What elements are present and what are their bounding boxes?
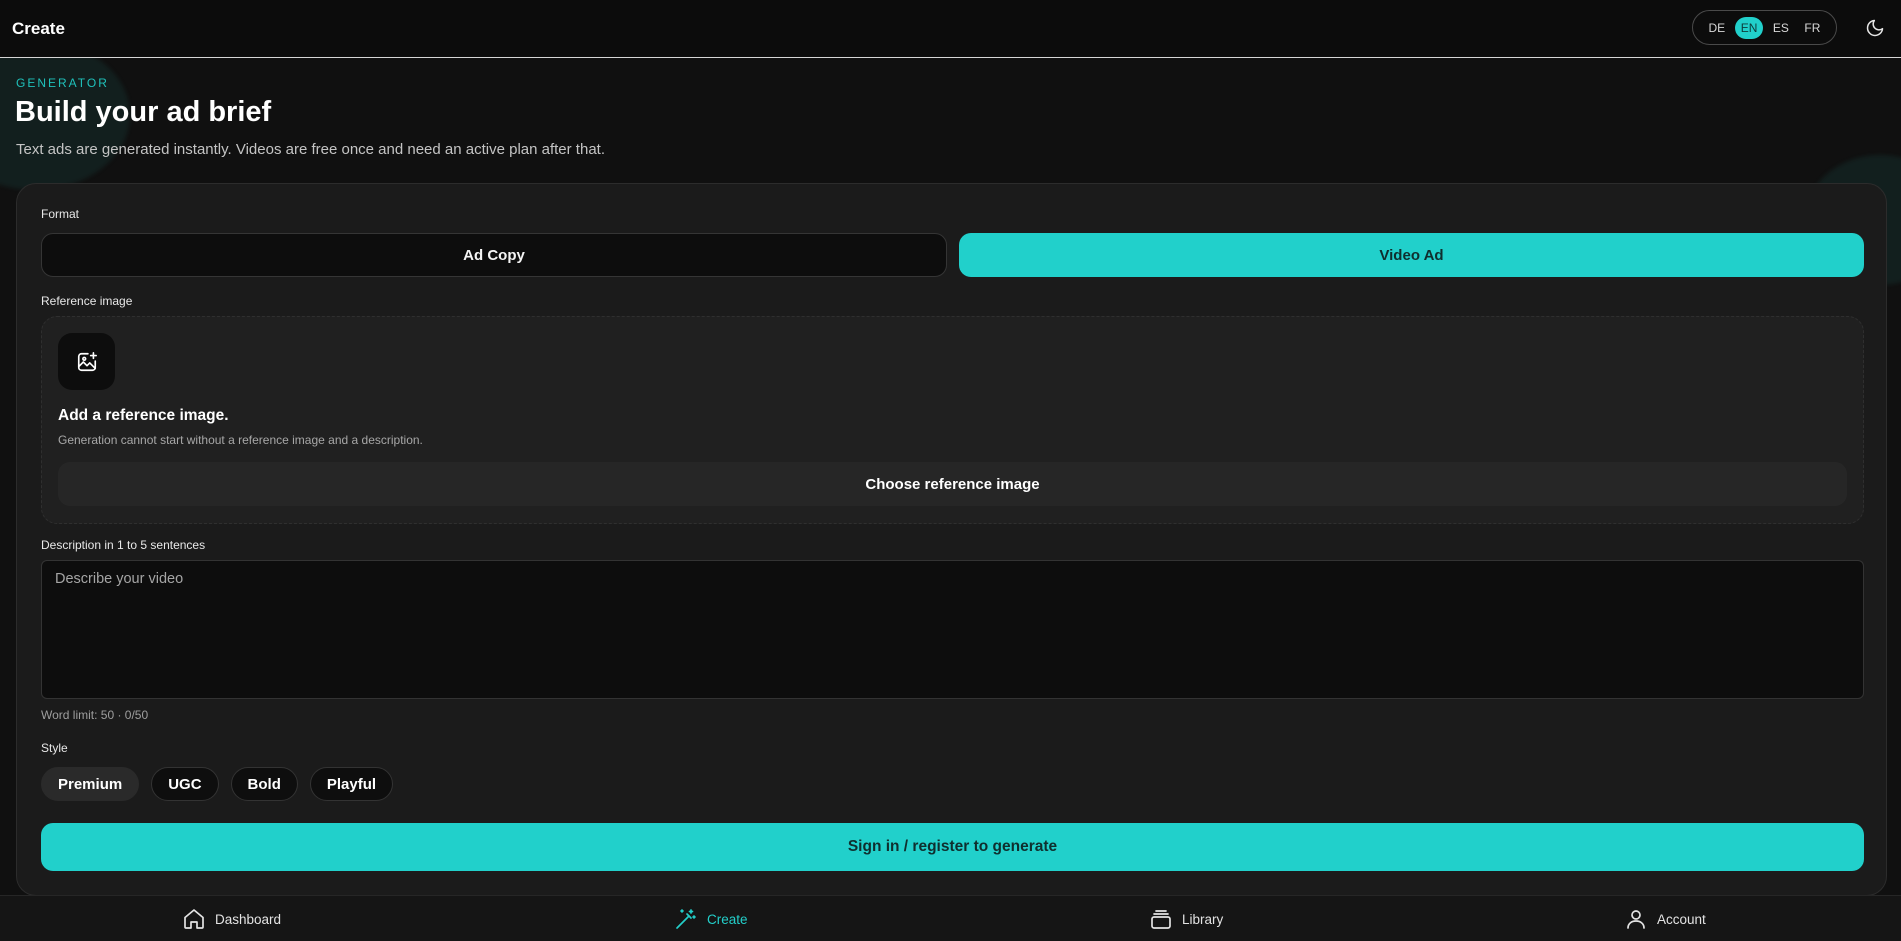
nav-item-library[interactable]: Library bbox=[1149, 896, 1223, 941]
language-en[interactable]: EN bbox=[1734, 16, 1764, 39]
language-switcher: DE EN ES FR bbox=[1692, 10, 1837, 45]
page-heading: Build your ad brief bbox=[15, 96, 272, 128]
style-chip-playful[interactable]: Playful bbox=[309, 767, 394, 801]
description-input[interactable] bbox=[41, 560, 1864, 699]
style-chip-premium[interactable]: Premium bbox=[41, 767, 140, 801]
home-icon bbox=[184, 909, 204, 929]
sign-in-generate-button[interactable]: Sign in / register to generate bbox=[41, 823, 1864, 871]
reference-image-title: Add a reference image. bbox=[58, 407, 229, 424]
format-video-ad-button[interactable]: Video Ad bbox=[959, 233, 1864, 277]
style-chip-ugc[interactable]: UGC bbox=[151, 767, 219, 801]
choose-reference-image-button[interactable]: Choose reference image bbox=[58, 462, 1847, 506]
format-label: Format bbox=[41, 207, 80, 221]
style-chip-bold[interactable]: Bold bbox=[230, 767, 298, 801]
stack-icon bbox=[1151, 910, 1171, 929]
style-label: Style bbox=[41, 741, 68, 755]
nav-label-dashboard: Dashboard bbox=[215, 911, 282, 927]
format-ad-copy-button[interactable]: Ad Copy bbox=[41, 233, 947, 277]
magic-wand-icon bbox=[676, 909, 696, 929]
reference-image-label: Reference image bbox=[41, 294, 133, 308]
nav-label-library: Library bbox=[1182, 911, 1224, 927]
language-de[interactable]: DE bbox=[1703, 17, 1732, 39]
description-label: Description in 1 to 5 sentences bbox=[41, 538, 206, 552]
user-icon bbox=[1627, 910, 1645, 929]
language-es[interactable]: ES bbox=[1767, 17, 1795, 39]
moon-icon bbox=[1866, 19, 1884, 37]
nav-item-dashboard[interactable]: Dashboard bbox=[182, 896, 281, 941]
nav-label-create: Create bbox=[707, 911, 748, 927]
style-options: Premium UGC Bold Playful bbox=[41, 767, 394, 801]
ad-brief-form: Format Ad Copy Video Ad Reference image … bbox=[16, 183, 1887, 896]
section-eyebrow: GENERATOR bbox=[16, 76, 109, 90]
page-subtitle: Text ads are generated instantly. Videos… bbox=[16, 141, 605, 158]
image-add-icon bbox=[77, 351, 97, 371]
reference-image-icon-wrap bbox=[58, 333, 115, 390]
nav-label-account: Account bbox=[1657, 911, 1706, 927]
reference-image-description: Generation cannot start without a refere… bbox=[58, 433, 423, 447]
theme-toggle-button[interactable] bbox=[1864, 17, 1886, 39]
top-bar: Create DE EN ES FR bbox=[0, 0, 1901, 58]
bottom-navigation: Dashboard Create Library Account bbox=[0, 895, 1901, 941]
nav-item-create[interactable]: Create bbox=[674, 896, 748, 941]
reference-image-dropzone[interactable]: Add a reference image. Generation cannot… bbox=[41, 316, 1864, 524]
word-limit-counter: Word limit: 50 · 0/50 bbox=[41, 708, 149, 722]
language-fr[interactable]: FR bbox=[1798, 17, 1826, 39]
nav-item-account[interactable]: Account bbox=[1624, 896, 1706, 941]
page-title: Create bbox=[12, 18, 65, 38]
